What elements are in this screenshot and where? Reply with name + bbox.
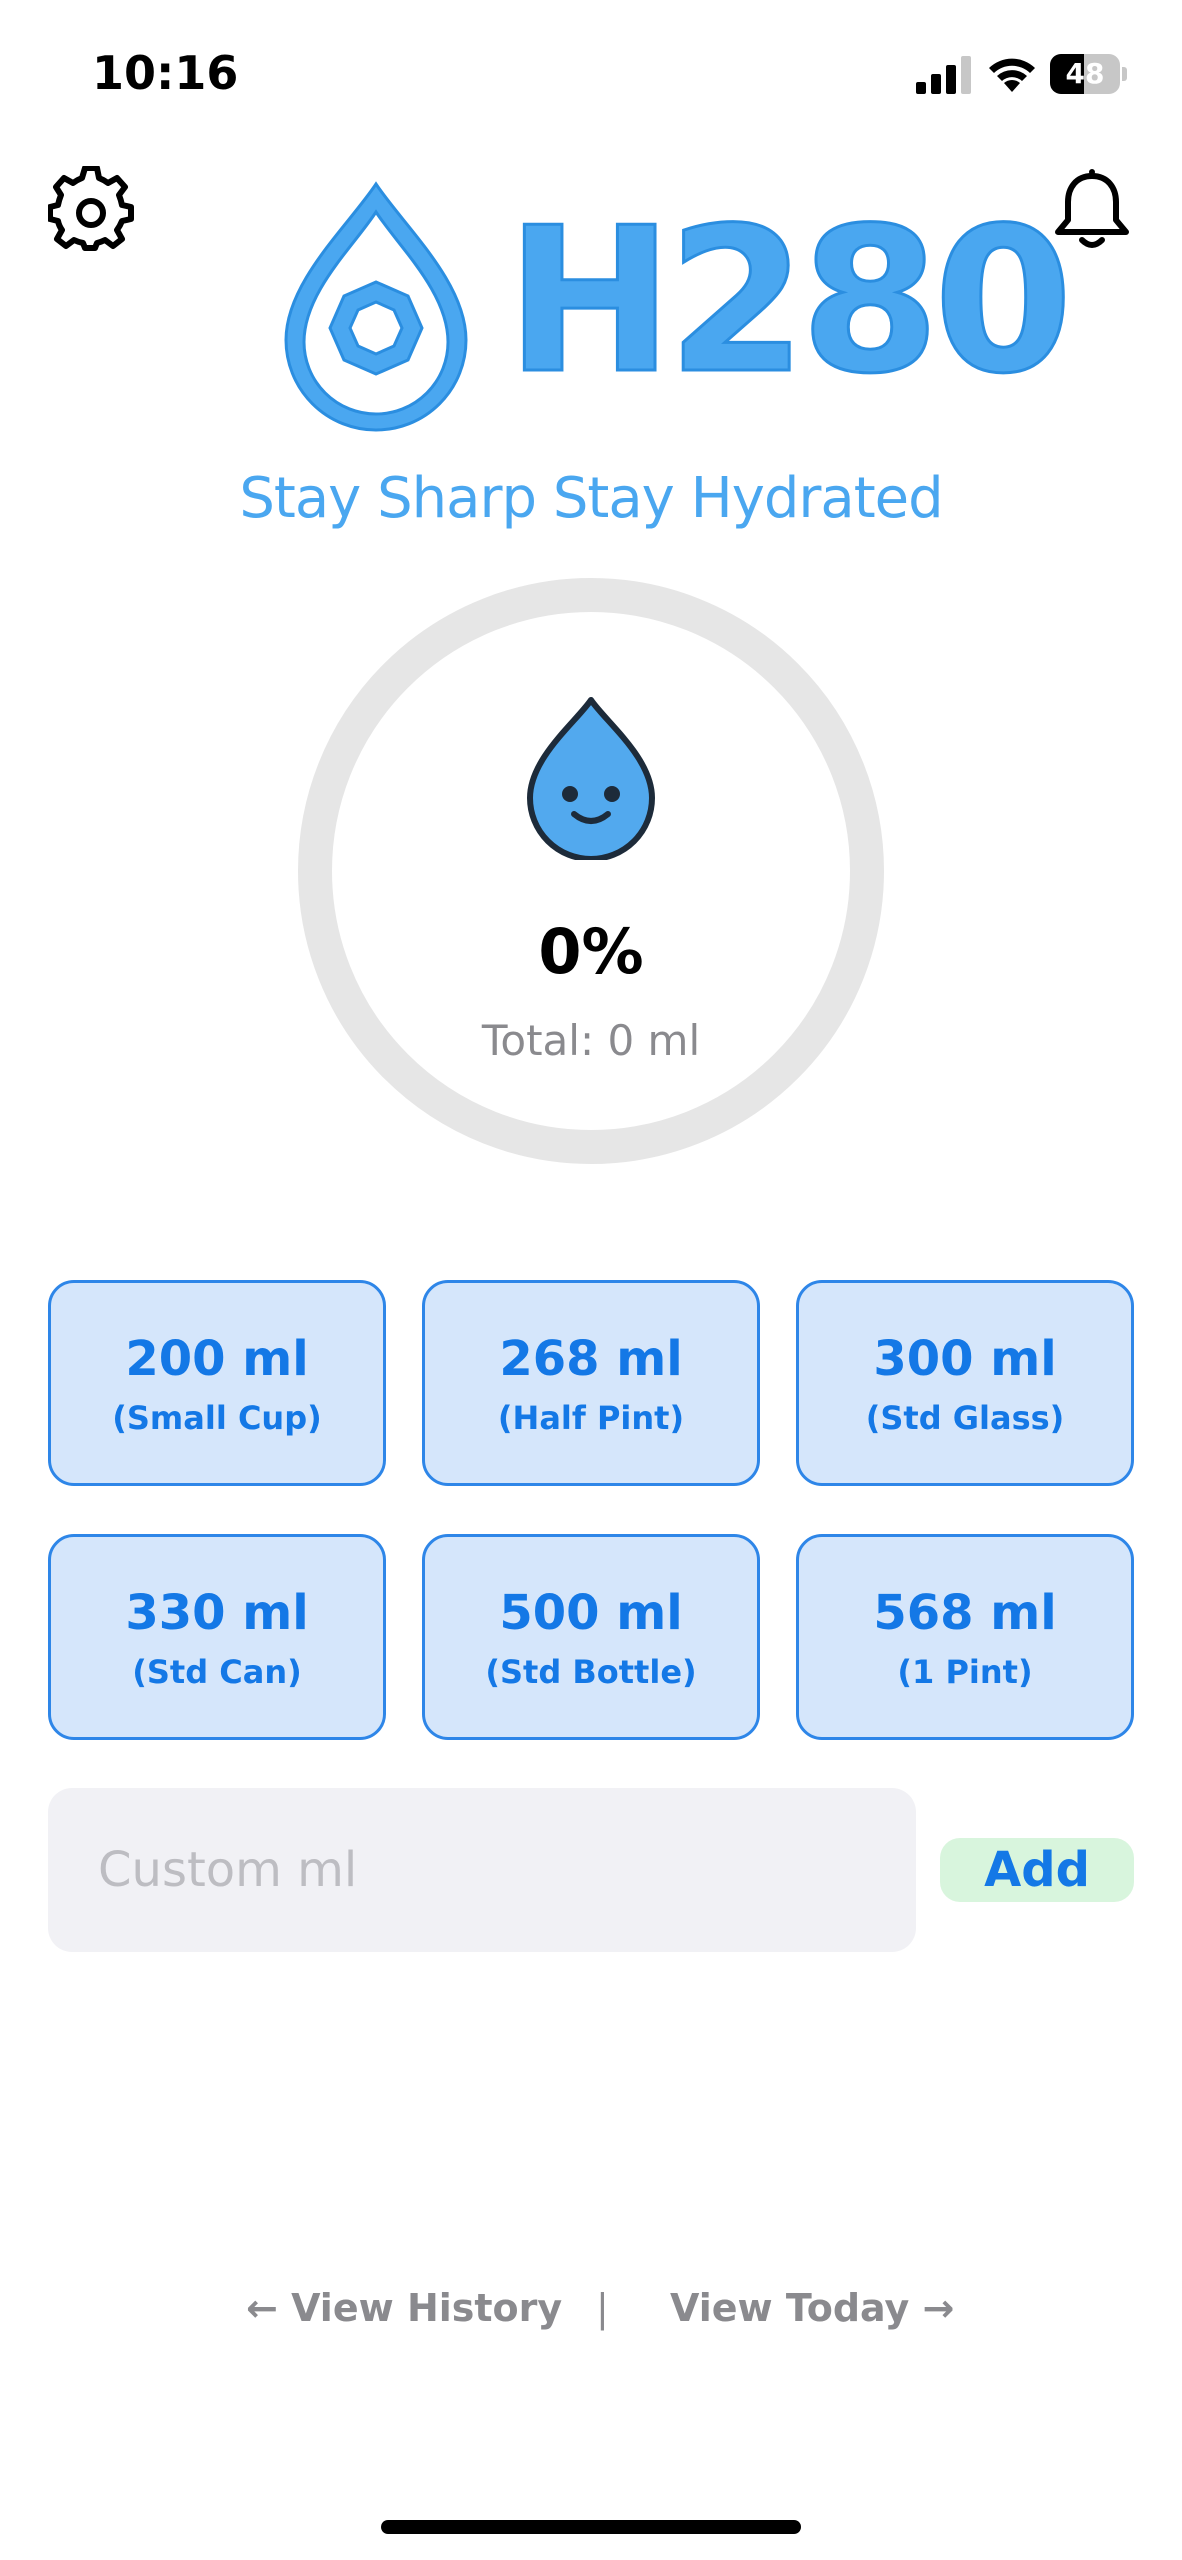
preset-button-std-glass[interactable]: 300 ml (Std Glass) [796, 1280, 1134, 1486]
cellular-signal-icon [916, 56, 971, 94]
preset-amount: 268 ml [499, 1331, 683, 1387]
logo-wordmark: H280 [505, 185, 1075, 418]
view-today-link[interactable]: View Today → [670, 2286, 954, 2330]
wifi-icon [989, 58, 1035, 92]
home-indicator [381, 2520, 801, 2534]
view-history-link[interactable]: ← View History [246, 2286, 562, 2330]
preset-button-std-can[interactable]: 330 ml (Std Can) [48, 1534, 386, 1740]
progress-total: Total: 0 ml [481, 1016, 701, 1065]
preset-description: (Std Can) [132, 1653, 302, 1691]
app-logo: H280 [278, 178, 1074, 438]
preset-button-std-bottle[interactable]: 500 ml (Std Bottle) [422, 1534, 760, 1740]
preset-amount: 568 ml [873, 1585, 1057, 1641]
preset-description: (Small Cup) [112, 1399, 322, 1437]
add-button[interactable]: Add [940, 1838, 1134, 1902]
preset-button-small-cup[interactable]: 200 ml (Small Cup) [48, 1280, 386, 1486]
footer-separator: | [596, 2286, 609, 2330]
preset-amount: 200 ml [125, 1331, 309, 1387]
preset-button-half-pint[interactable]: 268 ml (Half Pint) [422, 1280, 760, 1486]
tagline: Stay Sharp Stay Hydrated [239, 466, 943, 531]
battery-indicator: 48 [1050, 54, 1127, 94]
progress-ring [298, 578, 884, 1164]
preset-description: (Half Pint) [497, 1399, 685, 1437]
preset-amount: 300 ml [873, 1331, 1057, 1387]
preset-description: (Std Bottle) [485, 1653, 697, 1691]
preset-description: (1 Pint) [897, 1653, 1033, 1691]
status-time: 10:16 [92, 46, 239, 100]
battery-level: 48 [1065, 57, 1105, 90]
preset-button-1-pint[interactable]: 568 ml (1 Pint) [796, 1534, 1134, 1740]
status-bar: 10:16 48 [0, 0, 1182, 150]
preset-amount: 330 ml [125, 1585, 309, 1641]
gear-icon[interactable] [48, 166, 134, 252]
smiling-water-drop-icon [527, 697, 655, 860]
preset-description: (Std Glass) [865, 1399, 1065, 1437]
progress-percent: 0% [538, 915, 644, 988]
water-drop-logo-icon [284, 181, 468, 432]
custom-ml-input[interactable] [48, 1788, 916, 1952]
preset-amount: 500 ml [499, 1585, 683, 1641]
